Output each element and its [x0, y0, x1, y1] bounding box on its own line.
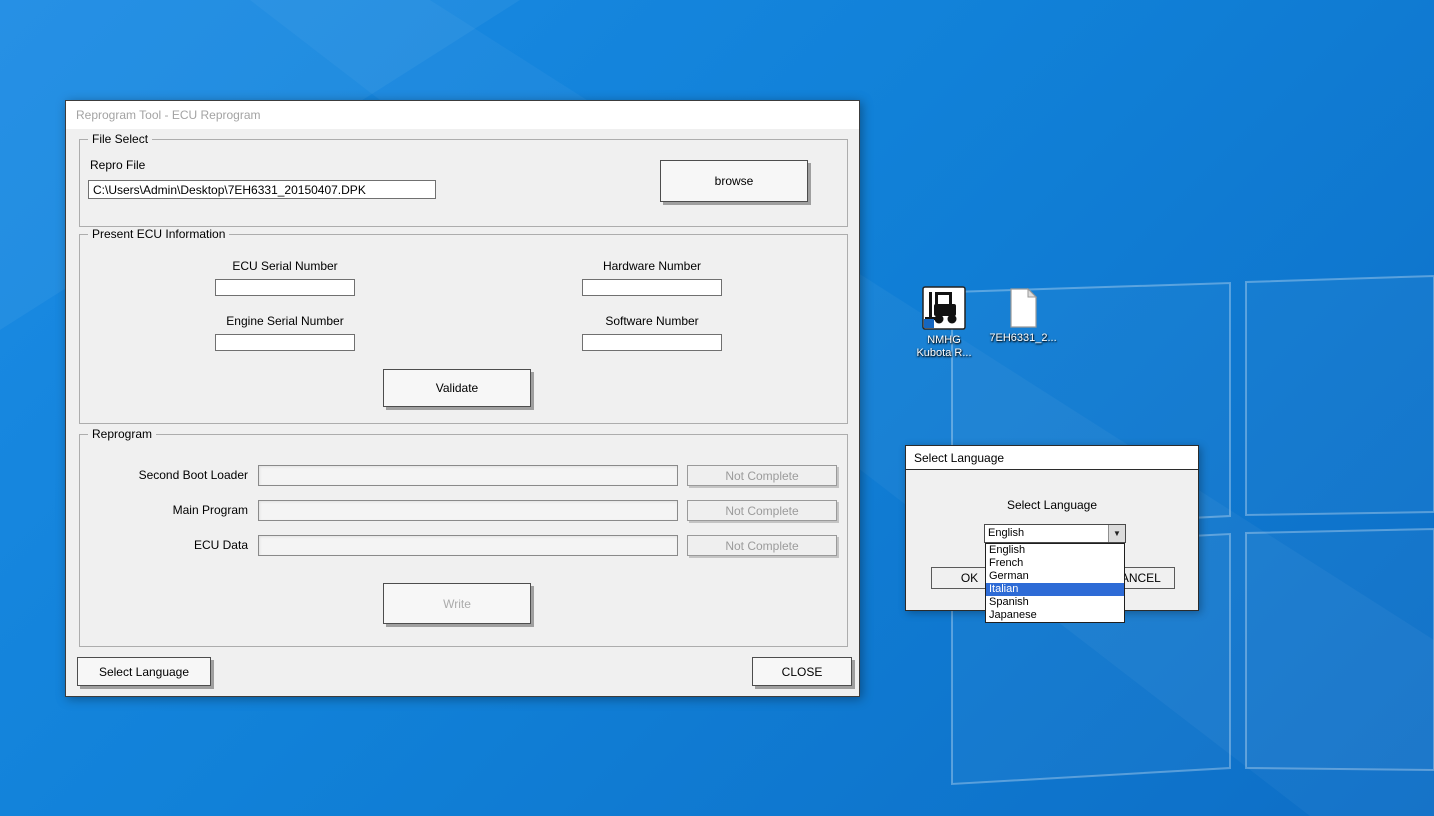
desktop-icon-7eh6331-file[interactable]: 7EH6331_2... — [986, 288, 1060, 345]
software-number-label: Software Number — [552, 314, 752, 328]
desktop-icon-label: NMHG Kubota R... — [901, 334, 987, 360]
reprogram-tool-window: Reprogram Tool - ECU Reprogram File Sele… — [65, 100, 860, 697]
forklift-icon — [922, 286, 966, 330]
select-language-dialog: Select Language Select Language English … — [905, 445, 1199, 611]
main-program-label: Main Program — [90, 503, 248, 517]
close-button[interactable]: CLOSE — [752, 657, 852, 686]
dialog-title: Select Language — [914, 451, 1004, 465]
ecu-info-group: Present ECU Information ECU Serial Numbe… — [79, 234, 848, 424]
ecu-data-label: ECU Data — [90, 538, 248, 552]
language-option-english[interactable]: English — [986, 544, 1124, 557]
language-combobox[interactable]: English ▼ — [984, 524, 1126, 543]
file-select-legend: File Select — [88, 132, 152, 146]
ecu-info-legend: Present ECU Information — [88, 227, 229, 241]
language-option-italian[interactable]: Italian — [986, 583, 1124, 596]
select-language-button[interactable]: Select Language — [77, 657, 211, 686]
main-program-status: Not Complete — [687, 500, 837, 521]
language-option-spanish[interactable]: Spanish — [986, 596, 1124, 609]
file-select-group: File Select Repro File browse — [79, 139, 848, 227]
desktop-icon-label: 7EH6331_2... — [986, 332, 1060, 345]
second-boot-loader-progress — [258, 465, 678, 486]
window-title: Reprogram Tool - ECU Reprogram — [76, 108, 261, 122]
second-boot-loader-label: Second Boot Loader — [90, 468, 248, 482]
language-option-french[interactable]: French — [986, 557, 1124, 570]
main-program-progress — [258, 500, 678, 521]
language-combobox-value: English — [988, 527, 1024, 539]
language-option-list: EnglishFrenchGermanItalianSpanishJapanes… — [985, 543, 1125, 623]
engine-serial-label: Engine Serial Number — [185, 314, 385, 328]
document-icon — [1007, 288, 1039, 328]
chevron-down-icon[interactable]: ▼ — [1108, 525, 1125, 542]
software-number-input[interactable] — [582, 334, 722, 351]
ecu-data-status: Not Complete — [687, 535, 837, 556]
engine-serial-input[interactable] — [215, 334, 355, 351]
desktop-icon-nmhg-kubota[interactable]: NMHG Kubota R... — [901, 286, 987, 360]
browse-button[interactable]: browse — [660, 160, 808, 202]
hardware-number-input[interactable] — [582, 279, 722, 296]
repro-file-label: Repro File — [90, 158, 145, 172]
select-language-label: Select Language — [906, 498, 1198, 512]
ecu-data-progress — [258, 535, 678, 556]
second-boot-loader-status: Not Complete — [687, 465, 837, 486]
hardware-number-label: Hardware Number — [552, 259, 752, 273]
ecu-serial-label: ECU Serial Number — [185, 259, 385, 273]
language-option-japanese[interactable]: Japanese — [986, 609, 1124, 622]
write-button[interactable]: Write — [383, 583, 531, 624]
validate-button[interactable]: Validate — [383, 369, 531, 407]
dialog-title-bar[interactable]: Select Language — [906, 446, 1198, 470]
window-title-bar[interactable]: Reprogram Tool - ECU Reprogram — [66, 101, 859, 129]
repro-file-input[interactable] — [88, 180, 436, 199]
language-option-german[interactable]: German — [986, 570, 1124, 583]
reprogram-group: Reprogram Second Boot Loader Not Complet… — [79, 434, 848, 647]
ecu-serial-input[interactable] — [215, 279, 355, 296]
reprogram-legend: Reprogram — [88, 427, 156, 441]
